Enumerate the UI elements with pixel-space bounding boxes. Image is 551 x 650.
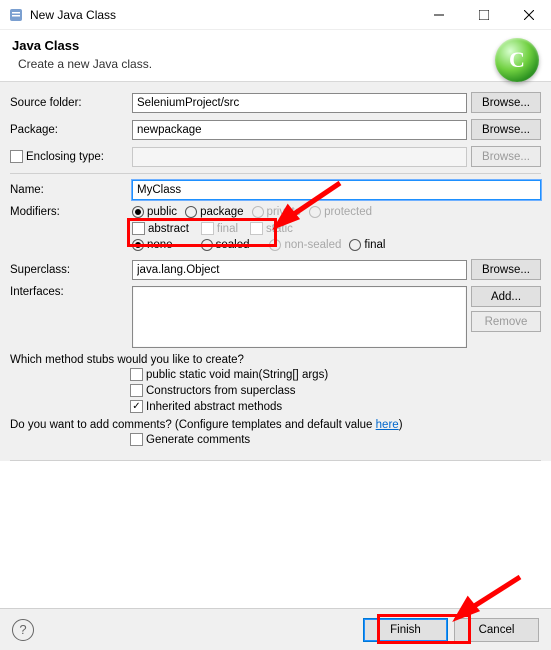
help-button[interactable]: ?	[12, 619, 34, 641]
name-input[interactable]	[132, 180, 541, 200]
interfaces-add-button[interactable]: Add...	[471, 286, 541, 307]
source-folder-browse-button[interactable]: Browse...	[471, 92, 541, 113]
stub-constructors-checkbox[interactable]: Constructors from superclass	[130, 384, 541, 397]
interfaces-list[interactable]	[132, 286, 467, 348]
class-icon: C	[495, 38, 539, 82]
page-subtitle: Create a new Java class.	[12, 57, 539, 71]
wizard-icon	[8, 7, 24, 23]
enclosing-type-browse-button: Browse...	[471, 146, 541, 167]
generate-comments-checkbox[interactable]: Generate comments	[130, 433, 541, 446]
form-body: Source folder: Browse... Package: Browse…	[0, 82, 551, 461]
modifier-package-radio[interactable]: package	[185, 206, 243, 218]
window-title: New Java Class	[30, 8, 416, 22]
modifier-final-checkbox: final	[201, 222, 238, 235]
interfaces-label: Interfaces:	[10, 286, 128, 298]
superclass-input[interactable]	[132, 260, 467, 280]
checkbox-icon	[10, 150, 23, 163]
close-button[interactable]	[506, 0, 551, 30]
stub-inherited-checkbox[interactable]: Inherited abstract methods	[130, 400, 541, 413]
minimize-button[interactable]	[416, 0, 461, 30]
window-controls	[416, 0, 551, 30]
maximize-button[interactable]	[461, 0, 506, 30]
button-bar: ? Finish Cancel	[0, 608, 551, 650]
superclass-label: Superclass:	[10, 264, 128, 276]
stub-main-checkbox[interactable]: public static void main(String[] args)	[130, 368, 541, 381]
source-folder-input[interactable]	[132, 93, 467, 113]
cancel-button[interactable]: Cancel	[454, 618, 539, 642]
modifier-abstract-checkbox[interactable]: abstract	[132, 222, 189, 235]
separator	[10, 460, 541, 461]
enclosing-type-checkbox[interactable]: Enclosing type:	[10, 150, 128, 163]
modifier-protected-radio: protected	[309, 206, 372, 218]
finish-button[interactable]: Finish	[363, 618, 448, 642]
modifier-private-radio: private	[252, 206, 302, 218]
package-label: Package:	[10, 124, 128, 136]
package-input[interactable]	[132, 120, 467, 140]
enclosing-type-label: Enclosing type:	[26, 151, 104, 163]
superclass-browse-button[interactable]: Browse...	[471, 259, 541, 280]
separator	[10, 173, 541, 174]
enclosing-type-input	[132, 147, 467, 167]
source-folder-label: Source folder:	[10, 97, 128, 109]
modifier-static-checkbox: static	[250, 222, 293, 235]
page-title: Java Class	[12, 38, 539, 53]
name-label: Name:	[10, 184, 128, 196]
modifier-none-radio[interactable]: none	[132, 239, 173, 251]
interfaces-remove-button: Remove	[471, 311, 541, 332]
modifier-sealed-radio[interactable]: sealed	[201, 239, 250, 251]
window-titlebar: New Java Class	[0, 0, 551, 30]
modifier-nonsealed-radio: non-sealed	[269, 239, 341, 251]
modifiers-label: Modifiers:	[10, 206, 128, 218]
modifier-public-radio[interactable]: public	[132, 206, 177, 218]
modifier-final2-radio[interactable]: final	[349, 239, 385, 251]
dialog-header: Java Class Create a new Java class. C	[0, 30, 551, 82]
comments-question: Do you want to add comments? (Configure …	[10, 419, 541, 431]
package-browse-button[interactable]: Browse...	[471, 119, 541, 140]
method-stubs-question: Which method stubs would you like to cre…	[10, 354, 541, 366]
configure-templates-link[interactable]: here	[376, 419, 399, 431]
